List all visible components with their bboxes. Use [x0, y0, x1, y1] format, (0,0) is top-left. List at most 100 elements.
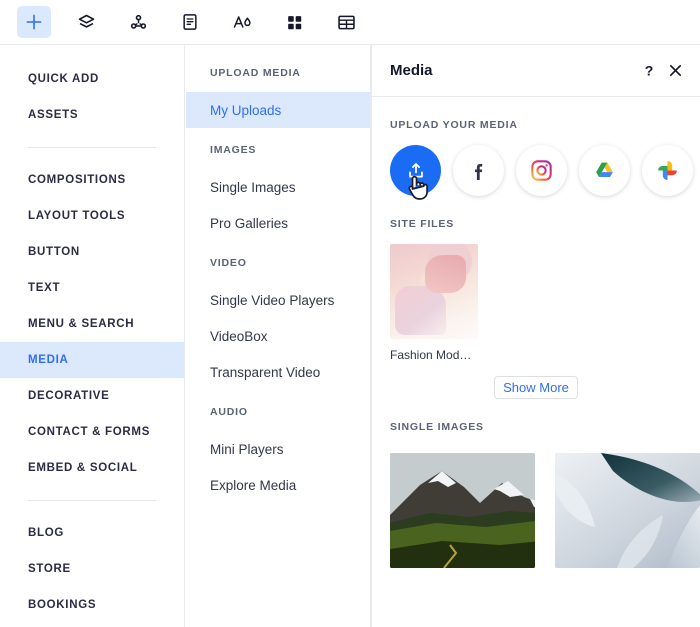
sidebar-item-blog[interactable]: BLOG — [0, 515, 184, 551]
midcol-item-pro-galleries[interactable]: Pro Galleries — [186, 205, 370, 241]
google-drive-icon — [596, 162, 613, 177]
toolbar-theme-button[interactable] — [225, 6, 259, 38]
sidebar-item-compositions[interactable]: COMPOSITIONS — [0, 162, 184, 198]
sidebar-item-button[interactable]: BUTTON — [0, 234, 184, 270]
question-mark-icon: ? — [645, 63, 654, 79]
instagram-icon — [531, 160, 552, 181]
section-heading-site-files: SITE FILES — [390, 218, 455, 230]
midcol-item-transparent-video[interactable]: Transparent Video — [186, 354, 370, 390]
google-photos-icon — [658, 161, 677, 180]
sidebar-item-embed-and-social[interactable]: EMBED & SOCIAL — [0, 450, 184, 486]
site-file-name: Fashion Mod… — [390, 348, 472, 362]
midcol-item-label: Pro Galleries — [210, 215, 289, 231]
sidebar-item-menu-and-search[interactable]: MENU & SEARCH — [0, 306, 184, 342]
toolbar-grid-apps-button[interactable] — [277, 6, 311, 38]
sidebar-item-label: MENU & SEARCH — [28, 318, 135, 330]
layers-icon — [78, 14, 94, 28]
close-icon — [669, 64, 681, 77]
midcol-heading-upload-media: UPLOAD MEDIA — [210, 67, 301, 79]
page-title: Media — [390, 62, 433, 79]
grid-icon — [287, 15, 301, 29]
close-button[interactable] — [662, 58, 688, 84]
site-file-thumbnail[interactable] — [390, 244, 478, 339]
plus-icon — [26, 14, 42, 30]
sidebar-divider-1 — [28, 147, 156, 148]
toolbar-apps-button[interactable] — [121, 6, 155, 38]
midcol-item-label: Single Images — [210, 179, 296, 195]
sidebar-item-label: BUTTON — [28, 246, 80, 258]
midcol-item-videobox[interactable]: VideoBox — [186, 318, 370, 354]
midcol-item-label: Mini Players — [210, 441, 284, 457]
midcol-item-label: Single Video Players — [210, 292, 335, 308]
midcol-heading-video: VIDEO — [210, 257, 247, 269]
single-images-row — [372, 453, 700, 568]
sidebar-item-label: MEDIA — [28, 354, 69, 366]
midcol-spacer-1 — [186, 128, 370, 144]
sidebar-item-label: TEXT — [28, 282, 61, 294]
sidebar-item-store[interactable]: STORE — [0, 551, 184, 587]
sidebar-item-label: COMPOSITIONS — [28, 174, 126, 186]
toolbar-pages-button[interactable] — [173, 6, 207, 38]
sidebar-item-layout-tools[interactable]: LAYOUT TOOLS — [0, 198, 184, 234]
sidebar-item-media[interactable]: MEDIA — [0, 342, 184, 378]
show-more-container: Show More — [372, 376, 700, 399]
sidebar-item-decorative[interactable]: DECORATIVE — [0, 378, 184, 414]
upload-source-row — [372, 145, 700, 200]
facebook-source-button[interactable] — [453, 145, 504, 196]
single-image-mountain-landscape[interactable] — [390, 453, 535, 568]
sidebar-item-label: STORE — [28, 563, 71, 575]
sidebar-item-label: DECORATIVE — [28, 390, 110, 402]
google-drive-source-button[interactable] — [579, 145, 630, 196]
upload-from-computer-button[interactable] — [390, 145, 441, 200]
sidebar-item-quick-add[interactable]: QUICK ADD — [0, 61, 184, 97]
midcol-heading-images: IMAGES — [210, 144, 257, 156]
sidebar-item-label: EMBED & SOCIAL — [28, 462, 138, 474]
midcol-item-single-images[interactable]: Single Images — [186, 169, 370, 205]
sidebar-item-contact-and-forms[interactable]: CONTACT & FORMS — [0, 414, 184, 450]
toolbar-layers-button[interactable] — [69, 6, 103, 38]
table-icon — [337, 15, 355, 29]
site-file-item[interactable]: Fashion Mod… — [372, 244, 700, 362]
theme-icon — [233, 16, 251, 28]
sidebar-group-elements: COMPOSITIONS LAYOUT TOOLS BUTTON TEXT ME… — [0, 162, 184, 486]
sidebar-item-label: ASSETS — [28, 109, 79, 121]
instagram-source-button[interactable] — [516, 145, 567, 196]
sidebar-divider-2 — [28, 500, 156, 501]
show-more-button[interactable]: Show More — [494, 376, 578, 399]
sidebar-item-assets[interactable]: ASSETS — [0, 97, 184, 133]
midcol-item-mini-players[interactable]: Mini Players — [186, 431, 370, 467]
midcol-item-single-video-players[interactable]: Single Video Players — [186, 282, 370, 318]
mountain-landscape-art — [390, 453, 535, 568]
left-sidebar: QUICK ADD ASSETS COMPOSITIONS LAYOUT TOO… — [0, 45, 185, 627]
sidebar-item-label: BLOG — [28, 527, 65, 539]
svg-text:?: ? — [645, 63, 654, 79]
sidebar-item-bookings[interactable]: BOOKINGS — [0, 587, 184, 623]
sidebar-item-label: BOOKINGS — [28, 599, 97, 611]
midcol-heading-audio: AUDIO — [210, 406, 248, 418]
sidebar-group-business: BLOG STORE BOOKINGS — [0, 515, 184, 623]
hand-cursor-icon — [408, 175, 428, 200]
sidebar-item-label: QUICK ADD — [28, 73, 100, 85]
single-images-section: SINGLE IMAGES — [372, 421, 700, 568]
google-photos-source-button[interactable] — [642, 145, 693, 196]
midcol-item-my-uploads[interactable]: My Uploads — [186, 92, 370, 128]
midcol-item-label: Explore Media — [210, 477, 297, 493]
toolbar-add-element-button[interactable] — [17, 6, 51, 38]
section-heading-upload-your-media: UPLOAD YOUR MEDIA — [390, 119, 518, 131]
facebook-icon — [474, 163, 482, 180]
toolbar-table-button[interactable] — [329, 6, 363, 38]
site-files-section: SITE FILES Fashion Mod… Show More — [372, 218, 700, 399]
page-icon — [183, 14, 197, 30]
help-icon[interactable]: ? — [636, 58, 662, 84]
sidebar-item-label: CONTACT & FORMS — [28, 426, 151, 438]
media-panel-header: Media ? — [372, 45, 700, 97]
sidebar-item-text[interactable]: TEXT — [0, 270, 184, 306]
section-heading-single-images: SINGLE IMAGES — [390, 421, 484, 433]
upload-your-media-section: UPLOAD YOUR MEDIA — [372, 119, 700, 200]
midcol-item-label: VideoBox — [210, 328, 268, 344]
sidebar-group-primary: QUICK ADD ASSETS — [0, 61, 184, 133]
midcol-item-label: My Uploads — [210, 102, 282, 118]
media-category-column: UPLOAD MEDIA My Uploads IMAGES Single Im… — [186, 45, 371, 627]
single-image-abstract-gradient[interactable] — [555, 453, 700, 568]
midcol-item-explore-media[interactable]: Explore Media — [186, 467, 370, 503]
